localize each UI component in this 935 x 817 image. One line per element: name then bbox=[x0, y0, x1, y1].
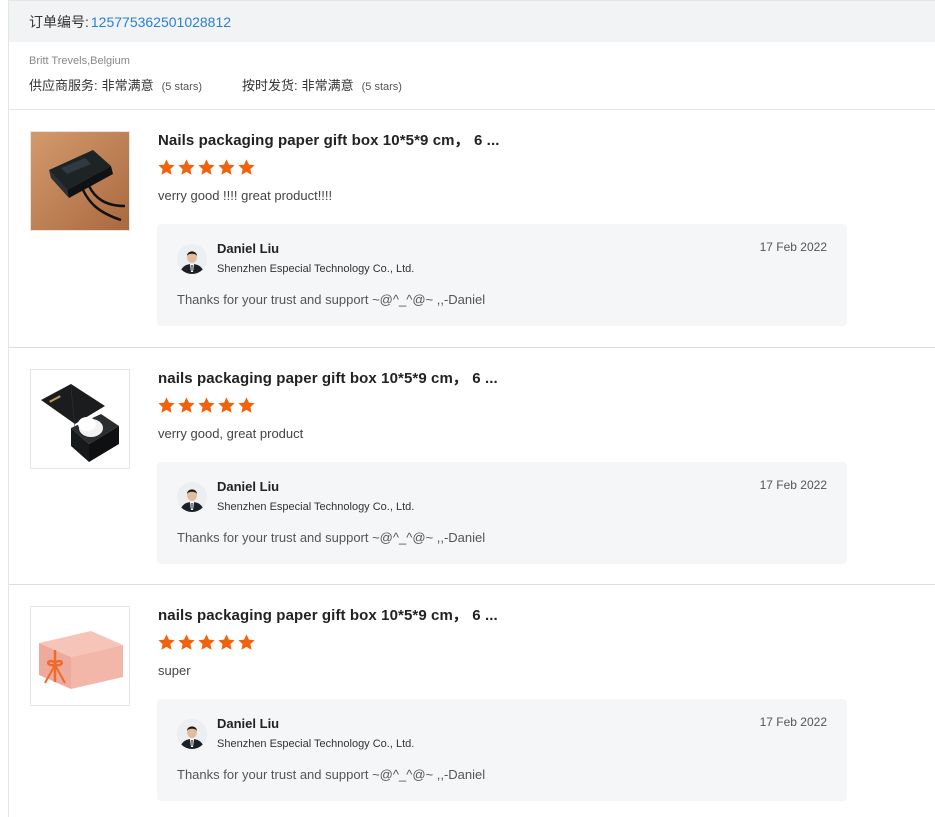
avatar bbox=[177, 719, 207, 749]
rating-label: 供应商服务: bbox=[29, 78, 98, 93]
reply-author-name: Daniel Liu bbox=[217, 716, 280, 731]
feedback-panel: 订单编号: 125775362501028812 Britt Trevels,B… bbox=[8, 0, 935, 817]
rating-value: 非常满意 bbox=[301, 78, 354, 93]
reply-author-name: Daniel Liu bbox=[217, 479, 280, 494]
star-rating bbox=[157, 158, 257, 177]
reply-company: Shenzhen Especial Technology Co., Ltd. bbox=[217, 501, 415, 513]
supplier-reply: Daniel Liu Shenzhen Especial Technology … bbox=[157, 224, 847, 326]
reply-message: Thanks for your trust and support ~@^_^@… bbox=[177, 530, 486, 545]
black-flat-gift-box-image bbox=[31, 132, 129, 230]
star-icon bbox=[178, 634, 195, 650]
order-number-link[interactable]: 125775362501028812 bbox=[91, 14, 231, 30]
supplier-reply: Daniel Liu Shenzhen Especial Technology … bbox=[157, 462, 847, 564]
review-item: Nails packaging paper gift box 10*5*9 cm… bbox=[9, 110, 935, 347]
review-comment: verry good, great product bbox=[158, 426, 304, 441]
reply-date: 17 Feb 2022 bbox=[759, 240, 827, 254]
product-thumbnail[interactable] bbox=[30, 131, 130, 231]
pink-gift-box-image bbox=[31, 607, 129, 705]
star-icon bbox=[238, 159, 255, 175]
person-avatar-icon bbox=[177, 244, 207, 274]
star-icon bbox=[158, 634, 175, 650]
buyer-summary: Britt Trevels,Belgium 供应商服务: 非常满意 (5 sta… bbox=[9, 42, 935, 110]
star-icon bbox=[158, 397, 175, 413]
order-number-label: 订单编号: bbox=[29, 13, 89, 30]
star-icon bbox=[198, 159, 215, 175]
supplier-ratings: 供应商服务: 非常满意 (5 stars) 按时发货: 非常满意 (5 star… bbox=[29, 75, 935, 94]
reply-date: 17 Feb 2022 bbox=[759, 715, 827, 729]
star-icon bbox=[218, 634, 235, 650]
supplier-reply: Daniel Liu Shenzhen Especial Technology … bbox=[157, 699, 847, 801]
review-item: nails packaging paper gift box 10*5*9 cm… bbox=[9, 347, 935, 584]
product-title[interactable]: nails packaging paper gift box 10*5*9 cm… bbox=[158, 367, 498, 388]
avatar bbox=[177, 482, 207, 512]
person-avatar-icon bbox=[177, 482, 207, 512]
reply-company: Shenzhen Especial Technology Co., Ltd. bbox=[217, 738, 415, 750]
product-thumbnail[interactable] bbox=[30, 369, 130, 469]
rating-supplier-service: 供应商服务: 非常满意 (5 stars) bbox=[29, 75, 202, 94]
star-icon bbox=[198, 634, 215, 650]
star-rating bbox=[157, 396, 257, 415]
star-rating bbox=[157, 633, 257, 652]
star-icon bbox=[218, 397, 235, 413]
star-icon bbox=[178, 159, 195, 175]
star-icon bbox=[238, 397, 255, 413]
review-comment: super bbox=[158, 663, 191, 678]
star-icon bbox=[198, 397, 215, 413]
star-icon bbox=[218, 159, 235, 175]
reply-author-name: Daniel Liu bbox=[217, 241, 280, 256]
avatar bbox=[177, 244, 207, 274]
rating-stars-text: (5 stars) bbox=[361, 81, 402, 93]
reply-company: Shenzhen Especial Technology Co., Ltd. bbox=[217, 263, 415, 275]
reply-date: 17 Feb 2022 bbox=[759, 478, 827, 492]
rating-label: 按时发货: bbox=[241, 78, 298, 93]
person-avatar-icon bbox=[177, 719, 207, 749]
rating-on-time-shipping: 按时发货: 非常满意 (5 stars) bbox=[242, 75, 402, 94]
review-item: nails packaging paper gift box 10*5*9 cm… bbox=[9, 584, 935, 817]
star-icon bbox=[178, 397, 195, 413]
order-header: 订单编号: 125775362501028812 bbox=[9, 1, 935, 42]
star-icon bbox=[238, 634, 255, 650]
rating-value: 非常满意 bbox=[101, 78, 154, 93]
rating-stars-text: (5 stars) bbox=[161, 81, 202, 93]
product-title[interactable]: nails packaging paper gift box 10*5*9 cm… bbox=[158, 604, 498, 625]
star-icon bbox=[158, 159, 175, 175]
reply-message: Thanks for your trust and support ~@^_^@… bbox=[177, 292, 486, 307]
reply-message: Thanks for your trust and support ~@^_^@… bbox=[177, 767, 486, 782]
review-comment: verry good !!!! great product!!!! bbox=[158, 188, 333, 203]
product-title[interactable]: Nails packaging paper gift box 10*5*9 cm… bbox=[158, 129, 499, 150]
product-thumbnail[interactable] bbox=[30, 606, 130, 706]
buyer-name: Britt Trevels,Belgium bbox=[29, 55, 130, 67]
black-open-gift-box-image bbox=[31, 370, 129, 468]
